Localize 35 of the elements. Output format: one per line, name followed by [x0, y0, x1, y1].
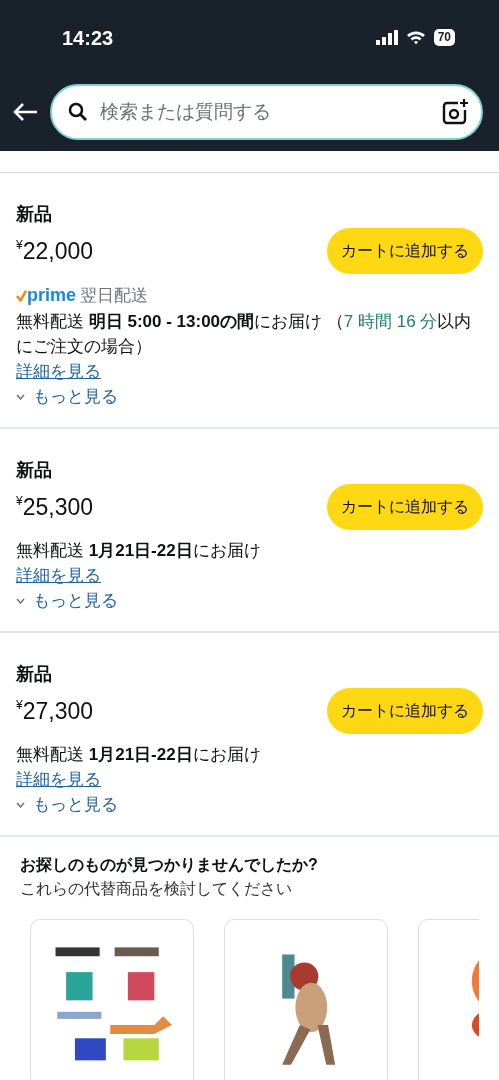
search-icon [68, 102, 88, 122]
search-field[interactable]: 検索または質問する [98, 96, 431, 128]
details-link[interactable]: 詳細を見る [16, 566, 101, 585]
camera-icon[interactable] [441, 98, 469, 126]
section-title: お探しのものが見つかりませんでしたか? [20, 855, 319, 875]
delivery-text: 無料配送 明日 5:00 - 13:00の間にお届け （7 時間 16 分以内にご注文の場合） [16, 311, 473, 358]
add-to-cart-button[interactable]: カートに追加する [327, 484, 483, 530]
delivery-text: 無料配送 1月21日-22日にお届け [16, 540, 262, 562]
more-link[interactable]: もっと見る [33, 588, 118, 613]
signal-icon [375, 30, 398, 45]
delivery-text: 無料配送 1月21日-22日にお届け [16, 744, 262, 766]
price: $^{¥}$27,300 [16, 696, 94, 726]
condition-label: 新品 [16, 203, 53, 226]
search-bar[interactable]: 検索または質問する [50, 84, 483, 140]
clock: 14:23 [62, 25, 114, 51]
condition-label: 新品 [16, 459, 53, 482]
delivery-speed: 翌日配送 [80, 285, 149, 307]
prime-logo: prime [27, 284, 77, 307]
chevron-down-icon [16, 393, 25, 400]
battery-indicator: 70 [433, 29, 455, 46]
section-subtitle: これらの代替商品を検討してください [20, 879, 293, 899]
details-link[interactable]: 詳細を見る [16, 362, 101, 381]
price: $^{¥}$22,000 [16, 236, 94, 266]
check-icon [16, 289, 27, 302]
wifi-icon [405, 30, 426, 45]
more-link[interactable]: もっと見る [33, 384, 118, 409]
add-to-cart-button[interactable]: カートに追加する [327, 688, 483, 734]
price: $^{¥}$25,300 [16, 492, 94, 522]
condition-label: 新品 [16, 663, 53, 686]
details-link[interactable]: 詳細を見る [16, 770, 101, 789]
back-arrow-icon[interactable] [12, 102, 38, 122]
chevron-down-icon [16, 597, 25, 604]
more-link[interactable]: もっと見る [33, 792, 118, 817]
add-to-cart-button[interactable]: カートに追加する [327, 228, 483, 274]
chevron-down-icon [16, 801, 25, 808]
